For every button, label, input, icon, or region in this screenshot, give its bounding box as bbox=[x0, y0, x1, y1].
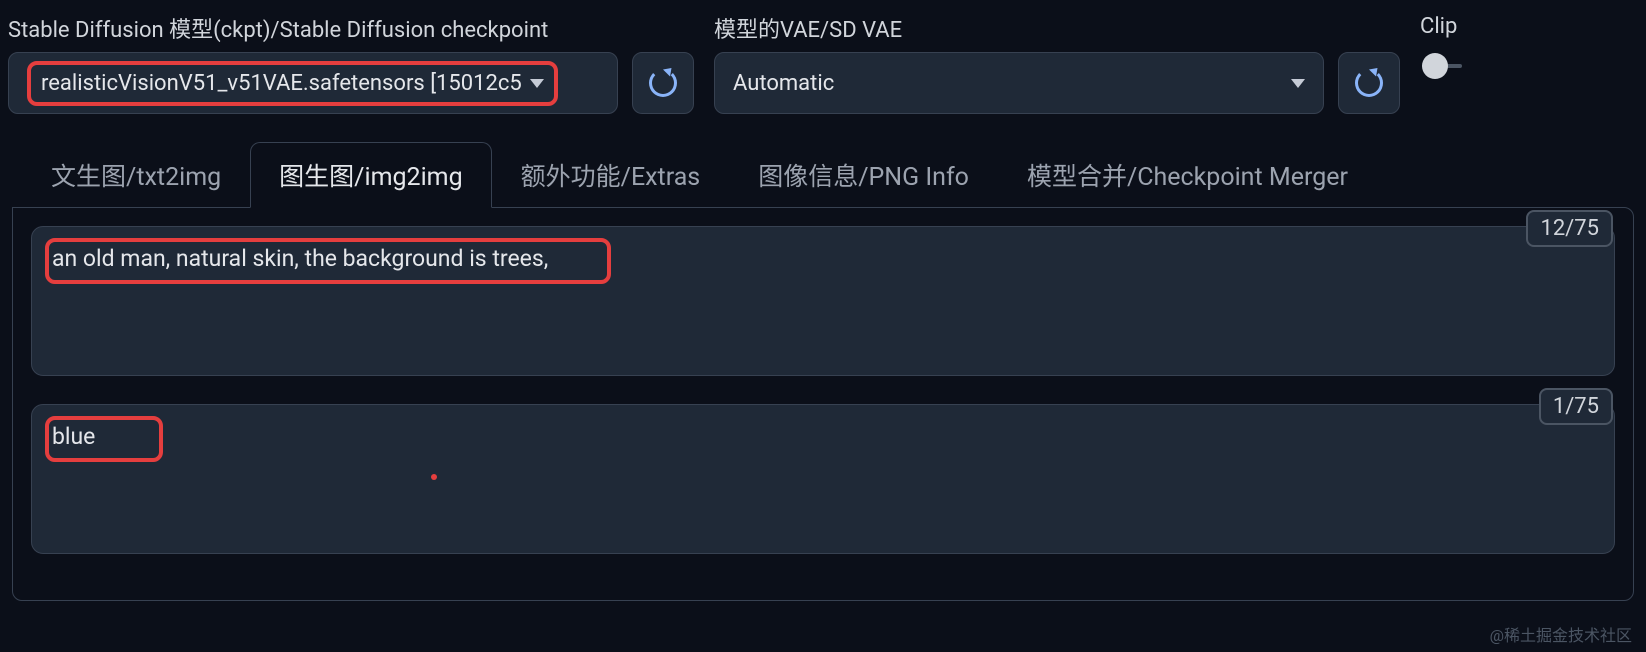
vae-label: 模型的VAE/SD VAE bbox=[714, 12, 1400, 44]
tabs: 文生图/txt2img 图生图/img2img 额外功能/Extras 图像信息… bbox=[0, 114, 1646, 207]
neg-prompt-wrap: 1/75 bbox=[31, 404, 1615, 560]
refresh-icon bbox=[1355, 69, 1383, 97]
vae-value: Automatic bbox=[733, 71, 834, 96]
tab-txt2img[interactable]: 文生图/txt2img bbox=[22, 142, 250, 207]
clip-skip-group: Clip bbox=[1420, 12, 1457, 79]
vae-select[interactable]: Automatic bbox=[714, 52, 1324, 114]
tab-img2img[interactable]: 图生图/img2img bbox=[250, 142, 491, 208]
checkpoint-label: Stable Diffusion 模型(ckpt)/Stable Diffusi… bbox=[8, 12, 694, 44]
prompt-wrap: 12/75 bbox=[31, 226, 1615, 382]
watermark: @稀土掘金技术社区 bbox=[1490, 622, 1632, 646]
vae-refresh-button[interactable] bbox=[1338, 52, 1400, 114]
vae-group: 模型的VAE/SD VAE Automatic bbox=[714, 12, 1400, 114]
neg-prompt-input[interactable] bbox=[31, 404, 1615, 554]
checkpoint-refresh-button[interactable] bbox=[632, 52, 694, 114]
prompt-input[interactable] bbox=[31, 226, 1615, 376]
clip-skip-slider[interactable] bbox=[1422, 53, 1448, 79]
tab-extras[interactable]: 额外功能/Extras bbox=[492, 142, 730, 207]
chevron-down-icon bbox=[530, 79, 544, 88]
tab-checkpoint-merger[interactable]: 模型合并/Checkpoint Merger bbox=[998, 142, 1377, 207]
img2img-panel: 12/75 1/75 bbox=[12, 207, 1634, 601]
tab-png-info[interactable]: 图像信息/PNG Info bbox=[729, 142, 998, 207]
neg-prompt-token-counter: 1/75 bbox=[1539, 388, 1613, 425]
checkpoint-select[interactable]: realisticVisionV51_v51VAE.safetensors [1… bbox=[8, 52, 618, 114]
clip-skip-label: Clip bbox=[1420, 14, 1457, 39]
red-dot bbox=[431, 474, 437, 480]
refresh-icon bbox=[649, 69, 677, 97]
prompt-token-counter: 12/75 bbox=[1526, 210, 1613, 247]
checkpoint-value: realisticVisionV51_v51VAE.safetensors [1… bbox=[41, 71, 522, 96]
checkpoint-group: Stable Diffusion 模型(ckpt)/Stable Diffusi… bbox=[8, 12, 694, 114]
chevron-down-icon bbox=[1291, 79, 1305, 88]
